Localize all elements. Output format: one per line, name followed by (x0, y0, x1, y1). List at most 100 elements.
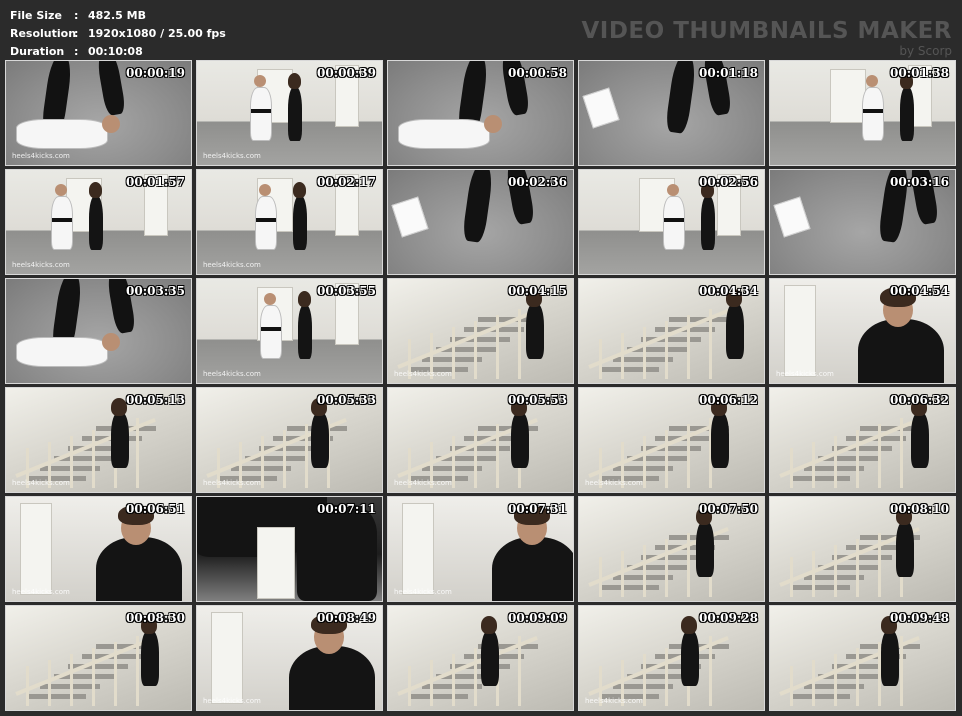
fallen-figure (398, 119, 490, 149)
site-watermark: heels4kicks.com (776, 370, 834, 378)
baluster (856, 430, 859, 488)
baluster (283, 430, 286, 488)
thumbnail-timestamp: 00:09:28 (699, 611, 758, 625)
thumbnail-tile[interactable]: 00:00:39 heels4kicks.com (196, 60, 383, 166)
thumbnail-tile[interactable]: 00:01:38 (769, 60, 956, 166)
thumbnail-tile[interactable]: 00:08:49 heels4kicks.com (196, 605, 383, 711)
black-belt (256, 218, 276, 222)
thumbnail-tile[interactable]: 00:02:56 (578, 169, 765, 275)
thumbnail-tile[interactable]: 00:07:50 (578, 496, 765, 602)
site-watermark: heels4kicks.com (12, 152, 70, 160)
thumbnail-tile[interactable]: 00:06:51 heels4kicks.com (5, 496, 192, 602)
thumbnail-timestamp: 00:00:39 (317, 66, 376, 80)
baluster (452, 654, 455, 706)
thumbnail-timestamp: 00:06:32 (890, 393, 949, 407)
head (102, 333, 120, 351)
thumbnail-tile[interactable]: 00:03:35 (5, 278, 192, 384)
woman-figure (881, 630, 899, 686)
woman-figure (492, 537, 573, 601)
thumbnail-timestamp: 00:07:31 (508, 502, 567, 516)
thumbnail-tile[interactable]: 00:07:31 heels4kicks.com (387, 496, 574, 602)
baluster (687, 533, 690, 597)
thumbnail-tile[interactable]: 00:00:58 (387, 60, 574, 166)
video-info-panel: File Size : 482.5 MB Resolution : 1920x1… (10, 7, 226, 61)
woman-figure (289, 646, 375, 710)
baluster (856, 648, 859, 706)
thumbnail-tile[interactable]: 00:05:53 heels4kicks.com (387, 387, 574, 493)
hair (111, 398, 127, 416)
thumbnail-tile[interactable]: 00:03:55 heels4kicks.com (196, 278, 383, 384)
thumbnail-timestamp: 00:01:38 (890, 66, 949, 80)
thumbnail-tile[interactable]: 00:00:19 heels4kicks.com (5, 60, 192, 166)
site-watermark: heels4kicks.com (203, 152, 261, 160)
thumbnail-tile[interactable]: 00:03:16 (769, 169, 956, 275)
thumbnail-timestamp: 00:09:48 (890, 611, 949, 625)
baluster (812, 442, 815, 488)
hair (681, 616, 697, 634)
thumbnail-tile[interactable]: 00:09:09 (387, 605, 574, 711)
baluster (834, 545, 837, 597)
thumbnail-tile[interactable]: 00:08:10 (769, 496, 956, 602)
site-watermark: heels4kicks.com (203, 697, 261, 705)
baluster (643, 654, 646, 706)
resolution-label: Resolution (10, 27, 77, 40)
thumbnail-tile[interactable]: 00:09:28 heels4kicks.com (578, 605, 765, 711)
baluster (900, 636, 903, 706)
baluster (709, 636, 712, 706)
baluster (834, 436, 837, 488)
thumbnail-timestamp: 00:06:51 (126, 502, 185, 516)
thumbnail-tile[interactable]: 00:04:15 heels4kicks.com (387, 278, 574, 384)
thumbnail-tile[interactable]: 00:06:12 heels4kicks.com (578, 387, 765, 493)
thumbnail-tile[interactable]: 00:04:54 heels4kicks.com (769, 278, 956, 384)
thumbnail-tile[interactable]: 00:04:34 (578, 278, 765, 384)
duration-value: 00:10:08 (88, 45, 143, 58)
baluster (643, 436, 646, 488)
site-watermark: heels4kicks.com (203, 261, 261, 269)
brand-watermark: VIDEO THUMBNAILS MAKER by Scorp (581, 20, 952, 58)
baluster (687, 315, 690, 379)
baluster (900, 418, 903, 488)
thumbnail-tile[interactable]: 00:05:33 heels4kicks.com (196, 387, 383, 493)
thumbnail-timestamp: 00:00:19 (126, 66, 185, 80)
baluster (687, 424, 690, 488)
thumbnail-timestamp: 00:02:56 (699, 175, 758, 189)
baluster (856, 539, 859, 597)
hair (89, 182, 102, 198)
karate-figure (862, 87, 884, 141)
hair (288, 73, 301, 89)
head (259, 184, 271, 196)
separator: : (74, 27, 79, 40)
karate-figure (255, 196, 277, 250)
thumbnail-tile[interactable]: 00:01:18 (578, 60, 765, 166)
woman-figure (89, 196, 103, 250)
thumbnail-tile[interactable]: 00:07:11 (196, 496, 383, 602)
thumbnail-timestamp: 00:04:15 (508, 284, 567, 298)
thumbnail-tile[interactable]: 00:01:57 heels4kicks.com (5, 169, 192, 275)
thumbnail-timestamp: 00:08:10 (890, 502, 949, 516)
woman-figure (511, 412, 529, 468)
baluster (474, 648, 477, 706)
site-watermark: heels4kicks.com (12, 588, 70, 596)
baluster (709, 309, 712, 379)
thumbnail-tile[interactable]: 00:02:36 (387, 169, 574, 275)
thumbnail-timestamp: 00:08:30 (126, 611, 185, 625)
thumbnail-tile[interactable]: 00:09:48 (769, 605, 956, 711)
thumbnail-tile[interactable]: 00:05:13 heels4kicks.com (5, 387, 192, 493)
baluster (621, 333, 624, 379)
thumbnail-tile[interactable]: 00:02:17 heels4kicks.com (196, 169, 383, 275)
thumbnail-timestamp: 00:08:49 (317, 611, 376, 625)
thumbnail-tile[interactable]: 00:08:30 (5, 605, 192, 711)
woman-figure (481, 630, 499, 686)
karate-figure (663, 196, 685, 250)
black-belt (664, 218, 684, 222)
baluster (70, 654, 73, 706)
baluster (518, 636, 521, 706)
leg (461, 170, 495, 244)
baluster (812, 660, 815, 706)
thumbnail-timestamp: 00:09:09 (508, 611, 567, 625)
head (667, 184, 679, 196)
hair (293, 182, 306, 198)
thumbnail-tile[interactable]: 00:06:32 (769, 387, 956, 493)
woman-figure (96, 537, 182, 601)
stair-step (790, 585, 850, 590)
